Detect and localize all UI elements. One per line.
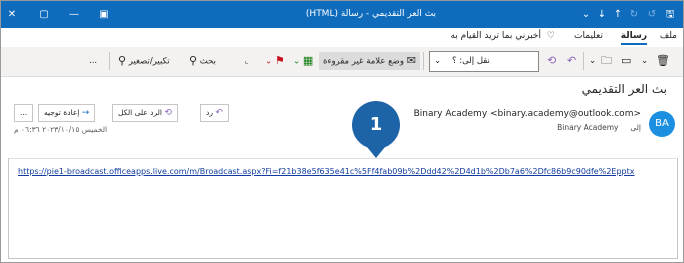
reply-icon[interactable]: ↶ xyxy=(567,52,576,70)
mark-unread-label: وضع علامة غير مقروءة xyxy=(323,56,405,67)
to-recipient[interactable]: Binary Academy xyxy=(557,123,618,132)
save-icon[interactable]: 🖫 xyxy=(659,1,681,28)
avatar[interactable]: BA xyxy=(649,111,675,137)
to-label: إلى xyxy=(630,123,641,132)
move-dropdown-icon[interactable]: ⌄ xyxy=(589,52,596,70)
minimize-icon[interactable]: — xyxy=(63,1,85,28)
outlook-message-window: ✕ ▢ — ▣ بث العر التقديمي - رسالة (HTML) … xyxy=(0,0,684,263)
callout-pointer xyxy=(367,147,385,158)
flag-icon[interactable]: ⚑ ⌄ xyxy=(265,52,285,70)
menu-bar: ملف رسالة تعليمات ♡ أخبرني بما تريد القي… xyxy=(1,28,683,47)
forward-button[interactable]: → إعادة توجيه xyxy=(38,104,96,122)
ribbon-display-options-icon[interactable]: ▣ xyxy=(93,1,115,28)
search-icon: ⚲ xyxy=(189,54,198,67)
mark-unread-button[interactable]: ✉ وضع علامة غير مقروءة xyxy=(319,52,420,70)
categorize-icon[interactable]: ▦ ⌄ xyxy=(293,52,313,70)
callout-badge: 1 xyxy=(352,101,400,149)
sender-address[interactable]: Binary Academy <binary.academy@outlook.c… xyxy=(414,109,641,119)
reply-all-label: الرد على الكل xyxy=(118,108,163,117)
search-button[interactable]: بحث ⚲ xyxy=(189,52,216,70)
move-to-combobox[interactable]: نقل إلى: ؟ ⌄ xyxy=(429,51,539,72)
reply-all-icon[interactable]: ⟲ xyxy=(547,52,556,70)
zoom-icon: ⚲ xyxy=(118,54,127,67)
message-body xyxy=(8,158,678,259)
more-actions-button[interactable]: ... xyxy=(14,104,34,122)
zoom-button[interactable]: تكبير/تصغير ⚲ xyxy=(118,52,170,70)
delete-dropdown-icon[interactable]: ⌄ xyxy=(641,52,648,70)
tell-me-input[interactable]: أخبرني بما تريد القيام به xyxy=(450,31,541,41)
close-icon[interactable]: ✕ xyxy=(1,1,23,28)
ribbon-toolbar: 🗑 ⌄ ▭ 🗀 ⌄ ↶ ⟲ → نقل إلى: ؟ ⌄ ✉ وضع علامة… xyxy=(1,47,683,77)
reply-label: رد xyxy=(206,108,213,117)
menu-file[interactable]: ملف xyxy=(660,31,677,41)
restore-icon[interactable]: ▢ xyxy=(33,1,55,28)
ribbon-more-button[interactable]: ... xyxy=(89,52,97,70)
forward-label: إعادة توجيه xyxy=(44,108,80,117)
recipient-line: إلى Binary Academy xyxy=(557,123,641,132)
move-to-folder-icon[interactable]: 🗀 xyxy=(601,52,612,70)
menu-message[interactable]: رسالة xyxy=(620,31,648,45)
search-label: بحث xyxy=(199,56,216,67)
reply-button[interactable]: ↶ رد xyxy=(200,104,229,122)
menu-help[interactable]: تعليمات xyxy=(574,31,603,41)
delete-icon[interactable]: 🗑 xyxy=(656,52,670,70)
sent-datetime: الخميس ٢٠٢٣/١٠/١٥ ٠٦:٣٦ م xyxy=(14,125,108,134)
ribbon-separator xyxy=(423,52,424,70)
move-to-label: نقل إلى: ؟ xyxy=(452,56,490,66)
email-subject: بث العر التقديمي xyxy=(581,82,667,96)
dialog-launcher-icon[interactable]: ⌞ xyxy=(245,52,248,70)
move-to-dropdown-icon[interactable]: ⌄ xyxy=(434,52,441,71)
zoom-label: تكبير/تصغير xyxy=(128,56,170,67)
reply-all-button[interactable]: ⟲ الرد على الكل xyxy=(112,104,178,122)
window-title: بث العر التقديمي - رسالة (HTML) xyxy=(305,9,437,19)
ribbon-separator xyxy=(583,52,584,70)
title-bar: ✕ ▢ — ▣ بث العر التقديمي - رسالة (HTML) … xyxy=(1,1,683,28)
archive-icon[interactable]: ▭ xyxy=(621,52,631,70)
ribbon-separator xyxy=(109,52,110,70)
tell-me-icon[interactable]: ♡ xyxy=(547,31,555,41)
